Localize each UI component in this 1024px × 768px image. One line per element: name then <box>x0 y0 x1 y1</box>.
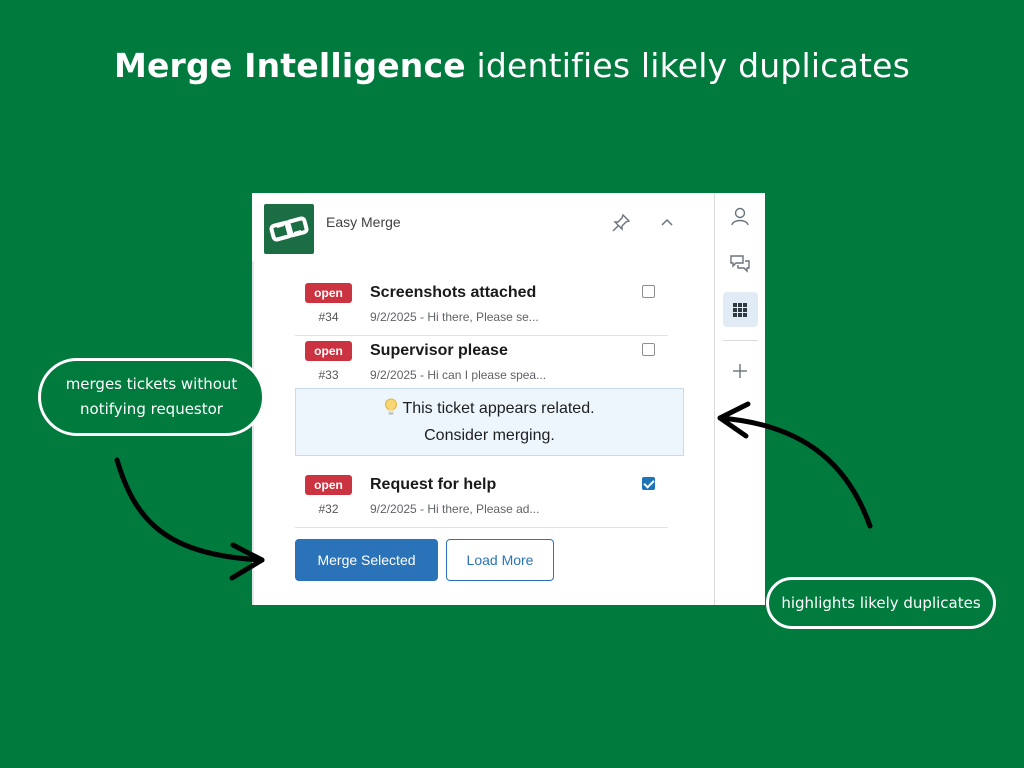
arrow-left-curve <box>114 457 265 563</box>
ticket-id: #33 <box>318 368 339 382</box>
ticket-row[interactable]: open #34 Screenshots attached 9/2/2025 -… <box>295 279 668 336</box>
status-badge: open <box>305 341 352 361</box>
app-header: Easy Merge <box>252 193 714 261</box>
callout-right-text: highlights likely duplicates <box>781 594 981 612</box>
headline-rest: identifies likely duplicates <box>465 46 911 85</box>
ticket-id: #32 <box>318 502 339 516</box>
app-title: Easy Merge <box>326 214 401 230</box>
related-ticket-notice: This ticket appears related. Consider me… <box>295 388 684 456</box>
lightbulb-icon <box>384 398 398 424</box>
panel-left-edge <box>252 261 254 605</box>
callout-highlights-duplicates: highlights likely duplicates <box>766 577 996 629</box>
ticket-snippet: 9/2/2025 - Hi can I please spea... <box>370 368 547 382</box>
related-notice-line2: Consider merging. <box>424 427 555 444</box>
related-notice-line1: This ticket appears related. <box>402 400 595 417</box>
conversation-icon[interactable] <box>726 249 754 277</box>
merge-selected-button[interactable]: Merge Selected <box>295 539 438 581</box>
user-icon[interactable] <box>726 203 754 231</box>
ticket-snippet: 9/2/2025 - Hi there, Please se... <box>370 310 539 324</box>
load-more-button[interactable]: Load More <box>446 539 554 581</box>
app-sidebar <box>714 193 765 605</box>
ticket-checkbox[interactable] <box>642 285 655 298</box>
pin-icon[interactable] <box>610 212 632 234</box>
ticket-snippet: 9/2/2025 - Hi there, Please ad... <box>370 502 540 516</box>
callout-merges-without-notifying: merges tickets without notifying request… <box>38 358 265 436</box>
plus-icon[interactable] <box>726 357 754 385</box>
headline: Merge Intelligence identifies likely dup… <box>0 46 1024 85</box>
chain-link-icon <box>264 204 314 254</box>
ticket-title[interactable]: Supervisor please <box>370 342 508 360</box>
ticket-title[interactable]: Screenshots attached <box>370 284 536 302</box>
headline-bold: Merge Intelligence <box>113 46 466 85</box>
ticket-checkbox[interactable] <box>642 477 655 490</box>
ticket-id: #34 <box>318 310 339 324</box>
ticket-checkbox[interactable] <box>642 343 655 356</box>
status-badge: open <box>305 475 352 495</box>
easy-merge-panel: Easy Merge open #34 Screenshots attached… <box>252 193 765 605</box>
chevron-up-icon[interactable] <box>656 212 678 234</box>
ticket-row[interactable]: open #32 Request for help 9/2/2025 - Hi … <box>295 471 668 528</box>
status-badge: open <box>305 283 352 303</box>
apps-grid-icon[interactable] <box>726 296 754 324</box>
ticket-title[interactable]: Request for help <box>370 476 496 494</box>
callout-left-text: merges tickets without notifying request… <box>65 375 238 418</box>
ticket-row[interactable]: open #33 Supervisor please 9/2/2025 - Hi… <box>295 337 668 394</box>
sidebar-divider <box>723 340 758 341</box>
